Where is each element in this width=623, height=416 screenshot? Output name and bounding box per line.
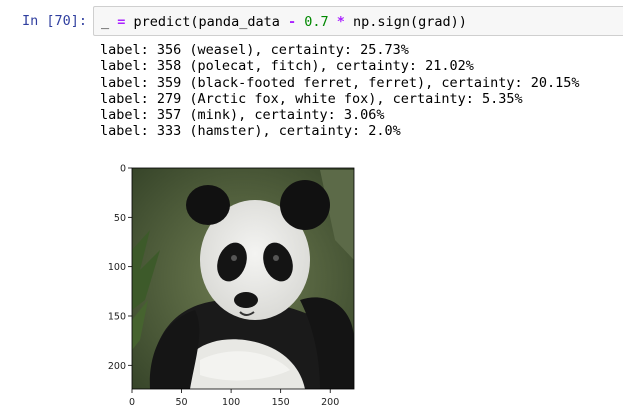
x-tick-label: 100 [222,397,240,408]
y-tick-label: 0 [120,164,126,175]
y-tick-label: 150 [108,311,126,322]
x-tick-label: 50 [176,397,188,408]
panda-image [132,168,354,389]
image-plot: 0 50 100 150 200 0 50 100 150 200 [108,164,355,408]
x-tick-label: 150 [272,397,290,408]
x-tick-label: 0 [129,397,135,408]
x-tick-label: 200 [321,397,339,408]
y-tick-label: 100 [108,262,126,273]
y-tick-label: 200 [108,361,126,372]
y-tick-label: 50 [114,213,126,224]
